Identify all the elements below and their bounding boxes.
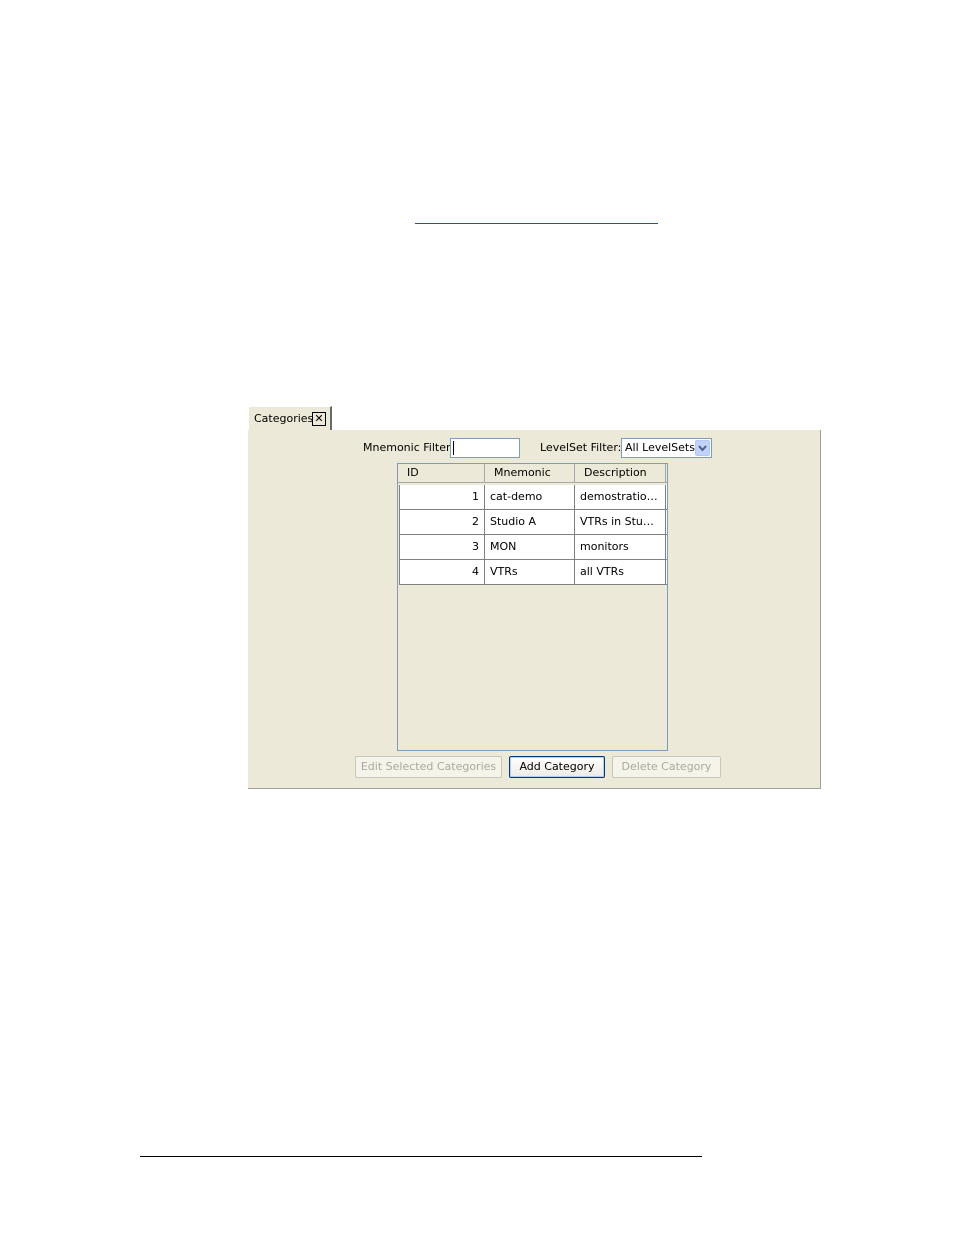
levelset-selected-value: All LevelSets [625, 441, 695, 454]
tab-categories[interactable]: Categories ✕ [248, 406, 332, 430]
tab-label: Categories [254, 412, 314, 425]
table-row[interactable]: 3 MON monitors [399, 535, 667, 560]
table-body: 1 cat-demo demostration ... 2 Studio A V… [399, 485, 667, 585]
column-header-mnemonic[interactable]: Mnemonic [485, 464, 575, 482]
cell-id: 4 [399, 560, 485, 584]
column-header-id[interactable]: ID [398, 464, 485, 482]
footer-rule [140, 1156, 702, 1157]
table-row[interactable]: 1 cat-demo demostration ... [399, 485, 667, 510]
add-category-button[interactable]: Add Category [509, 756, 605, 778]
cell-id: 2 [399, 510, 485, 534]
link-underline [415, 223, 658, 224]
cell-id: 3 [399, 535, 485, 559]
mnemonic-filter-input[interactable] [450, 438, 520, 458]
table-row[interactable]: 4 VTRs all VTRs [399, 560, 667, 585]
levelset-filter-select[interactable]: All LevelSets [621, 438, 712, 458]
cell-mnemonic: VTRs [485, 560, 575, 584]
mnemonic-filter-label: Mnemonic Filter: [363, 441, 455, 454]
cell-description: all VTRs [575, 560, 666, 584]
categories-panel: Mnemonic Filter: LevelSet Filter: All Le… [248, 430, 821, 789]
text-caret [453, 441, 454, 455]
cell-description: VTRs in Studio A [575, 510, 666, 534]
delete-category-button[interactable]: Delete Category [612, 756, 721, 778]
cell-description: monitors [575, 535, 666, 559]
cell-mnemonic: cat-demo [485, 485, 575, 509]
chevron-down-icon[interactable] [695, 440, 710, 456]
table-header: ID Mnemonic Description [398, 464, 667, 483]
table-row[interactable]: 2 Studio A VTRs in Studio A [399, 510, 667, 535]
close-icon[interactable]: ✕ [312, 412, 326, 426]
edit-selected-categories-button[interactable]: Edit Selected Categories [355, 756, 502, 778]
cell-id: 1 [399, 485, 485, 509]
cell-mnemonic: MON [485, 535, 575, 559]
cell-description: demostration ... [575, 485, 666, 509]
categories-table: ID Mnemonic Description 1 cat-demo demos… [397, 463, 668, 751]
cell-mnemonic: Studio A [485, 510, 575, 534]
column-header-description[interactable]: Description [575, 464, 666, 482]
levelset-filter-label: LevelSet Filter: [540, 441, 622, 454]
